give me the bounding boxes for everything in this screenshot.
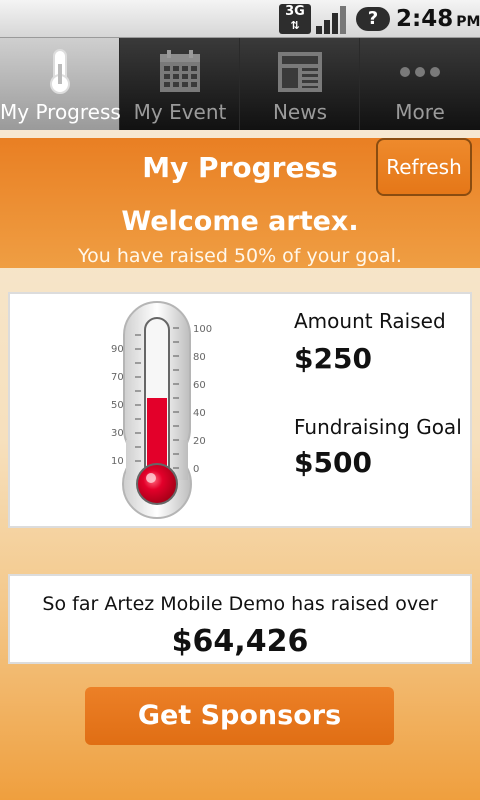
newspaper-icon <box>278 52 322 92</box>
mercury-bulb <box>136 463 178 505</box>
scale-label-20: 20 <box>193 436 206 447</box>
scale-label-50: 50 <box>111 400 124 411</box>
scale-label-0: 0 <box>193 464 199 475</box>
tab-my-progress[interactable]: My Progress <box>0 38 121 130</box>
scale-label-40: 40 <box>193 408 206 419</box>
tab-my-event[interactable]: My Event <box>120 38 240 130</box>
fundraising-goal-label: Fundraising Goal <box>294 415 462 439</box>
refresh-button[interactable]: Refresh <box>376 138 472 196</box>
status-bar: 3G ⇅ ? 2:48 PM <box>0 0 480 38</box>
scale-label-80: 80 <box>193 352 206 363</box>
total-raised-amount: $64,426 <box>171 624 309 659</box>
more-dots-icon <box>400 67 440 77</box>
amount-raised-label: Amount Raised <box>294 309 446 333</box>
clock: 2:48 PM <box>396 6 480 32</box>
tab-label: More <box>395 100 445 124</box>
progress-card: 90 70 50 30 10 100 80 60 40 20 0 Amount … <box>8 292 472 528</box>
scale-label-100: 100 <box>193 324 212 335</box>
scale-label-10: 10 <box>111 456 124 467</box>
fundraising-goal-value: $500 <box>294 446 372 479</box>
amount-raised-value: $250 <box>294 342 372 375</box>
tab-more[interactable]: More <box>360 38 480 130</box>
tab-label: My Progress <box>0 100 121 124</box>
progress-header: My Progress Refresh Welcome artex. You h… <box>0 138 480 268</box>
signal-strength-icon <box>316 4 350 34</box>
total-raised-text: So far Artez Mobile Demo has raised over <box>42 593 438 615</box>
calendar-icon <box>160 50 200 92</box>
progress-message: You have raised 50% of your goal. <box>78 245 402 267</box>
scale-label-60: 60 <box>193 380 206 391</box>
total-raised-card: So far Artez Mobile Demo has raised over… <box>8 574 472 664</box>
notification-icon[interactable]: ? <box>356 7 390 31</box>
thermometer-icon <box>50 49 70 94</box>
scale-label-90: 90 <box>111 344 124 355</box>
scale-label-70: 70 <box>111 372 124 383</box>
tab-news[interactable]: News <box>240 38 360 130</box>
welcome-message: Welcome artex. <box>121 206 359 237</box>
tab-bar: My Progress My Event News More <box>0 38 480 130</box>
get-sponsors-button[interactable]: Get Sponsors <box>85 687 394 745</box>
tab-label: My Event <box>133 100 227 124</box>
scale-label-30: 30 <box>111 428 124 439</box>
thermometer-gauge: 90 70 50 30 10 100 80 60 40 20 0 <box>111 301 212 519</box>
network-3g-icon: 3G ⇅ <box>279 4 311 34</box>
tab-label: News <box>272 100 328 124</box>
